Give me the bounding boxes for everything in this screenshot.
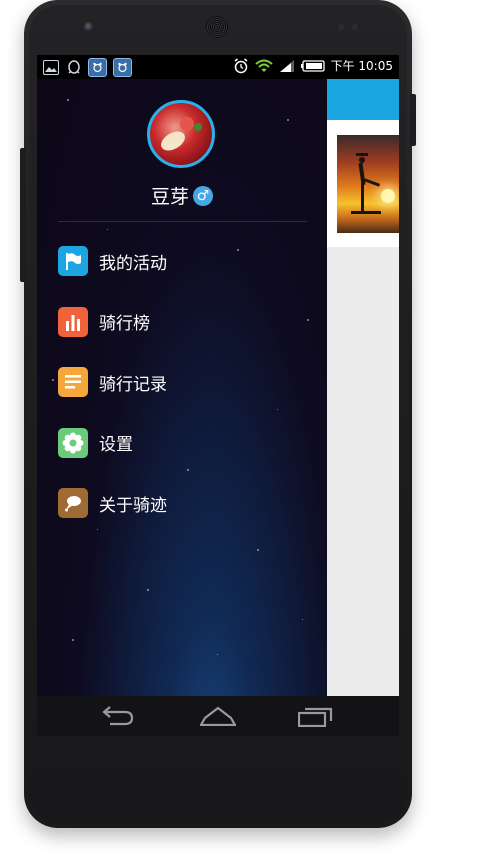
recent-apps-icon	[298, 705, 334, 727]
menu-item-settings[interactable]: 设置	[37, 413, 327, 474]
back-button[interactable]	[99, 704, 137, 728]
qq-icon	[65, 59, 82, 76]
light-sensor	[352, 24, 358, 30]
bar-chart-icon	[58, 306, 88, 337]
activity-card[interactable]	[327, 120, 399, 247]
speech-bubble-icon	[58, 488, 88, 519]
menu-item-label: 设置	[99, 435, 133, 456]
drawer-menu: 我的活动 骑行榜 骑行记录 设置 关于骑迹	[37, 231, 327, 534]
menu-item-ranking[interactable]: 骑行榜	[37, 292, 327, 353]
gear-icon	[58, 427, 88, 458]
battery-icon	[300, 59, 325, 72]
menu-item-label: 骑行记录	[99, 374, 167, 395]
male-gender-icon: ♂	[193, 185, 213, 206]
avatar[interactable]	[147, 100, 215, 168]
status-bar: 下午 10:05	[37, 55, 399, 79]
alarm-icon	[233, 57, 249, 74]
home-icon	[200, 706, 236, 726]
power-button	[410, 94, 416, 146]
menu-item-my-activities[interactable]: 我的活动	[37, 231, 327, 292]
back-icon	[101, 706, 135, 726]
divider	[58, 221, 307, 222]
app-top-bar	[327, 79, 399, 120]
app-icon	[88, 58, 107, 77]
front-camera	[84, 22, 94, 32]
username-text: 豆芽	[150, 186, 189, 208]
image-icon	[43, 60, 59, 75]
list-icon	[58, 367, 88, 398]
activity-photo	[337, 135, 399, 233]
navigation-bar	[37, 696, 399, 736]
proximity-sensor	[338, 24, 344, 30]
earpiece-speaker	[206, 16, 228, 38]
menu-item-label: 关于骑迹	[99, 495, 167, 516]
menu-item-label: 骑行榜	[99, 314, 150, 335]
signal-icon	[279, 59, 295, 73]
menu-item-label: 我的活动	[99, 253, 167, 274]
recent-apps-button[interactable]	[297, 704, 335, 728]
username: 豆芽 ♂	[37, 182, 327, 209]
menu-item-ride-records[interactable]: 骑行记录	[37, 352, 327, 413]
app-icon	[113, 58, 132, 77]
phone-screen: 下午 10:05 豆芽 ♂ 我的活动 骑行榜 骑行记录 设置 关于骑迹	[37, 55, 399, 736]
navigation-drawer: 豆芽 ♂ 我的活动 骑行榜 骑行记录 设置 关于骑迹	[37, 79, 327, 696]
volume-button	[20, 148, 26, 282]
home-button[interactable]	[199, 704, 237, 728]
wifi-icon	[254, 59, 273, 73]
menu-item-about[interactable]: 关于骑迹	[37, 473, 327, 534]
background-app-content	[327, 79, 399, 696]
clock-text: 下午 10:05	[330, 59, 393, 73]
flag-icon	[58, 246, 88, 277]
